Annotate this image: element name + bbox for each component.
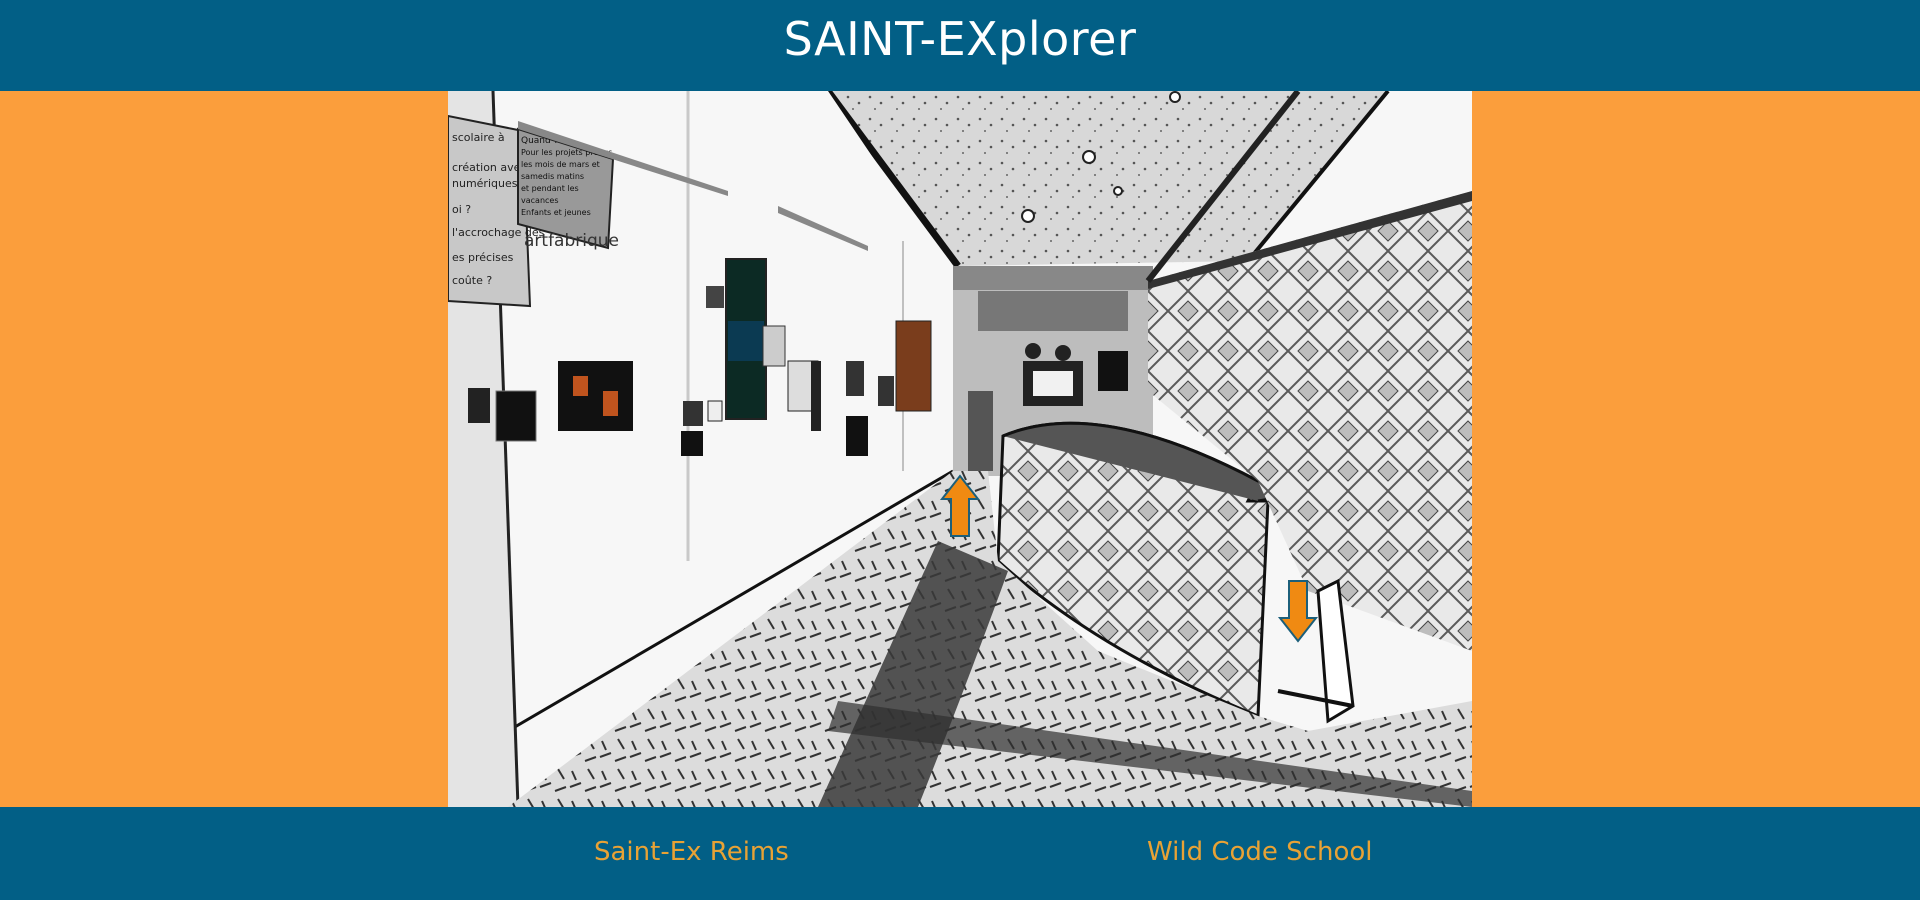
app-header: SAINT-EXplorer bbox=[0, 0, 1920, 91]
saint-ex-reims-link[interactable]: Saint-Ex Reims bbox=[594, 839, 789, 865]
panel-line: vacances bbox=[521, 196, 559, 205]
wall-brand-text: artfabrique bbox=[524, 231, 619, 251]
panorama-viewer[interactable]: scolaire à création avec numériques oi ?… bbox=[448, 91, 1472, 807]
wild-code-school-link[interactable]: Wild Code School bbox=[1147, 839, 1373, 865]
poster-line: création avec bbox=[452, 161, 526, 174]
poster-line: coûte ? bbox=[452, 274, 492, 287]
panel-line: samedis matins bbox=[521, 172, 584, 181]
panel-line: Enfants et jeunes bbox=[521, 208, 591, 217]
poster-line: oi ? bbox=[452, 203, 471, 216]
app-title: SAINT-EXplorer bbox=[783, 11, 1137, 66]
poster-line: numériques bbox=[452, 177, 518, 190]
panel-line: les mois de mars et bbox=[521, 160, 600, 169]
panorama-image[interactable]: scolaire à création avec numériques oi ?… bbox=[448, 91, 1472, 807]
panel-line: et pendant les bbox=[521, 184, 579, 193]
poster-line: es précises bbox=[452, 251, 514, 264]
app-footer: Saint-Ex Reims Wild Code School bbox=[0, 807, 1920, 900]
poster-line: scolaire à bbox=[452, 131, 505, 144]
